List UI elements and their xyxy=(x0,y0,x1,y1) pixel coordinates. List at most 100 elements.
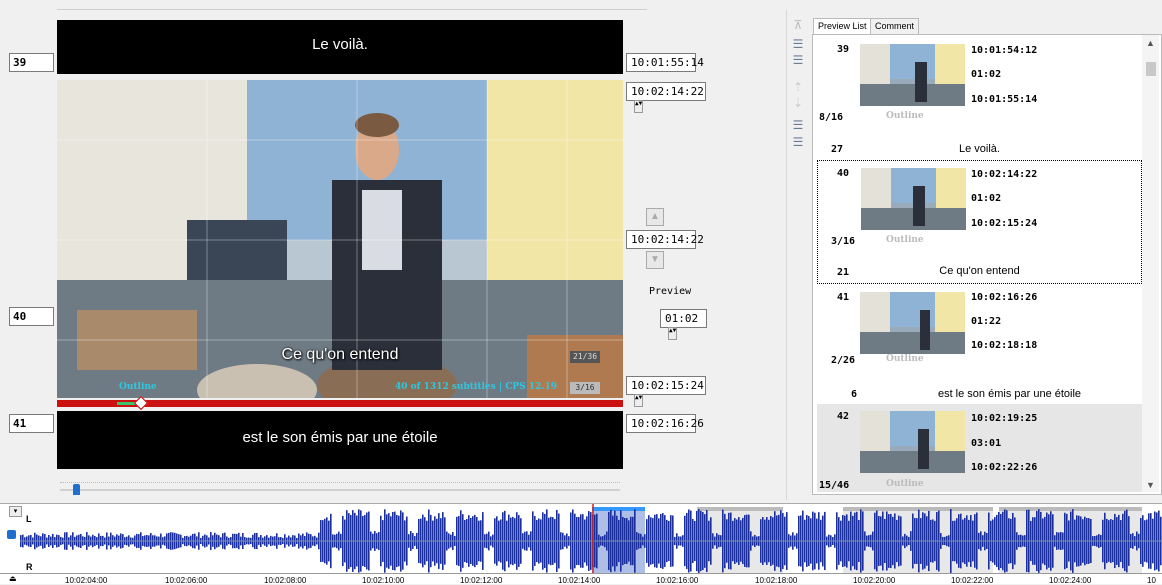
preview-item-41[interactable]: 41 10:02:16:26 01:22 10:02:18:18 2/26 Ou… xyxy=(817,284,1142,404)
item-out-time: 10:01:55:14 xyxy=(971,94,1038,105)
current-subtitle-index[interactable]: 40 xyxy=(9,307,54,326)
item-in-time: 10:02:19:25 xyxy=(971,413,1038,424)
timeline-tick-label: 10:02:06:00 xyxy=(165,576,208,585)
move-down-button[interactable]: ▼ xyxy=(646,251,664,269)
item-duration: 01:02 xyxy=(971,193,1002,204)
zoom-slider-ticks xyxy=(60,482,620,486)
playhead-handle[interactable] xyxy=(133,395,149,411)
zoom-slider-track[interactable] xyxy=(60,489,620,491)
item-index: 40 xyxy=(837,168,850,179)
timeline-tick-label: 10:02:18:00 xyxy=(755,576,798,585)
progress-played xyxy=(117,402,135,405)
timeline-tick-label: 10:02:20:00 xyxy=(853,576,896,585)
scroll-down-icon[interactable]: ▼ xyxy=(1146,480,1155,490)
item-out-time: 10:02:15:24 xyxy=(971,218,1038,229)
next-subtitle-start-timecode[interactable]: 10:02:16:26 xyxy=(626,414,704,433)
item-out-time: 10:02:22:26 xyxy=(971,462,1038,473)
timeline-tick-label: 10:02:08:00 xyxy=(264,576,307,585)
item-in-time: 10:02:14:22 xyxy=(971,169,1038,180)
video-progress-bar[interactable] xyxy=(57,395,623,411)
item-index: 39 xyxy=(837,44,850,55)
video-subtitle-overlay: Ce qu'on entend xyxy=(281,346,399,363)
video-badge-bottom: 3/16 xyxy=(570,382,600,394)
toolbar-divider xyxy=(786,10,787,500)
zoom-slider-thumb[interactable] xyxy=(73,484,80,495)
item-text: Ce qu'on entend xyxy=(939,265,1020,277)
prev-subtitle-text[interactable]: Le voilà. xyxy=(57,20,623,74)
merge-down-icon[interactable]: ⇣ xyxy=(791,96,805,110)
item-outline: Outline xyxy=(886,354,924,364)
timeline-lock-icon[interactable]: ⏏ xyxy=(9,574,17,583)
preview-duration[interactable]: 01:02▲▼ xyxy=(660,309,707,340)
item-outline: Outline xyxy=(886,235,924,245)
item-thumbnail xyxy=(861,168,966,230)
timeline-tick-label: 10:02:16:00 xyxy=(656,576,699,585)
item-thumbnail xyxy=(860,292,965,354)
item-outline: Outline xyxy=(886,111,924,121)
timeline-tick-label: 10:02:24:00 xyxy=(1049,576,1092,585)
prev-subtitle-index[interactable]: 39 xyxy=(9,53,54,72)
merge-up-icon[interactable]: ⇡ xyxy=(791,80,805,94)
channel-label-right: R xyxy=(26,562,33,572)
current-start-timecode[interactable]: 10:02:14:22▲▼ xyxy=(626,82,706,113)
item-ratio: 2/26 xyxy=(831,355,856,366)
end-spinner-icon[interactable]: ▲▼ xyxy=(634,393,643,407)
current-end-value: 10:02:15:24 xyxy=(631,379,704,392)
video-status-text: 40 of 1312 subtitles | CPS 12.19 xyxy=(395,382,557,392)
item-chars: 6 xyxy=(851,389,858,400)
preview-duration-value: 01:02 xyxy=(665,312,699,325)
item-index: 41 xyxy=(837,292,850,303)
item-index: 42 xyxy=(837,411,850,422)
current-mid-timecode[interactable]: 10:02:14:22 xyxy=(626,230,704,249)
item-duration: 01:22 xyxy=(971,316,1002,327)
waveform-cursor-handle[interactable] xyxy=(7,530,16,539)
timeline-tick-label: 10 xyxy=(1147,576,1156,585)
item-in-time: 10:02:16:26 xyxy=(971,292,1038,303)
item-thumbnail xyxy=(860,411,965,473)
insert-before-icon[interactable]: ☰ xyxy=(791,37,805,51)
next-subtitle-text[interactable]: est le son émis par une étoile xyxy=(57,411,623,469)
item-in-time: 10:01:54:12 xyxy=(971,45,1038,56)
item-ratio: 15/46 xyxy=(819,480,850,491)
prev-subtitle-end-timecode[interactable]: 10:01:55:14 xyxy=(626,53,704,72)
item-outline: Outline xyxy=(886,479,924,489)
tab-comment[interactable]: Comment xyxy=(870,18,920,34)
scroll-up-icon[interactable]: ▲ xyxy=(1146,38,1155,48)
timeline-tick-label: 10:02:12:00 xyxy=(460,576,503,585)
preview-item-39[interactable]: 39 10:01:54:12 01:02 10:01:55:14 8/16 Ou… xyxy=(817,38,1142,160)
video-player[interactable]: Ce qu'on entend Outline 40 of 1312 subti… xyxy=(57,80,623,398)
align-top-icon[interactable]: ⊼ xyxy=(791,18,805,32)
current-start-value: 10:02:14:22 xyxy=(631,85,704,98)
preview-item-42[interactable]: 42 10:02:19:25 03:01 10:02:22:26 15/46 O… xyxy=(817,404,1142,492)
preview-label: Preview xyxy=(649,286,692,297)
start-spinner-icon[interactable]: ▲▼ xyxy=(634,99,643,113)
current-end-timecode[interactable]: 10:02:15:24▲▼ xyxy=(626,376,706,407)
timeline-tick-label: 10:02:10:00 xyxy=(362,576,405,585)
split-up-icon[interactable]: ☰ xyxy=(791,118,805,132)
waveform-panel[interactable]: ▾ L R xyxy=(0,503,1162,584)
scroll-thumb[interactable] xyxy=(1146,62,1156,76)
top-divider xyxy=(57,9,647,10)
item-text: Le voilà. xyxy=(959,143,1000,155)
item-ratio: 3/16 xyxy=(831,236,856,247)
preview-list-scrollbar[interactable] xyxy=(1142,35,1159,492)
timeline-tick-label: 10:02:14:00 xyxy=(558,576,601,585)
tab-preview-list[interactable]: Preview List xyxy=(813,18,872,34)
next-subtitle-index[interactable]: 41 xyxy=(9,414,54,433)
insert-after-icon[interactable]: ☰ xyxy=(791,53,805,67)
item-text: est le son émis par une étoile xyxy=(937,388,1082,400)
move-up-button[interactable]: ▲ xyxy=(646,208,664,226)
item-out-time: 10:02:18:18 xyxy=(971,340,1038,351)
item-thumbnail xyxy=(860,44,965,106)
timeline-tick-label: 10:02:04:00 xyxy=(65,576,108,585)
waveform-menu-button[interactable]: ▾ xyxy=(9,506,22,517)
waveform-graphic xyxy=(20,504,1162,576)
duration-spinner-icon[interactable]: ▲▼ xyxy=(668,326,677,340)
video-badge-top: 21/36 xyxy=(570,351,600,363)
video-outline-label: Outline xyxy=(119,382,157,392)
channel-label-left: L xyxy=(26,514,32,524)
item-duration: 03:01 xyxy=(971,438,1002,449)
split-down-icon[interactable]: ☰ xyxy=(791,135,805,149)
item-ratio: 8/16 xyxy=(819,112,844,123)
preview-item-40[interactable]: 40 10:02:14:22 01:02 10:02:15:24 3/16 Ou… xyxy=(817,160,1142,284)
